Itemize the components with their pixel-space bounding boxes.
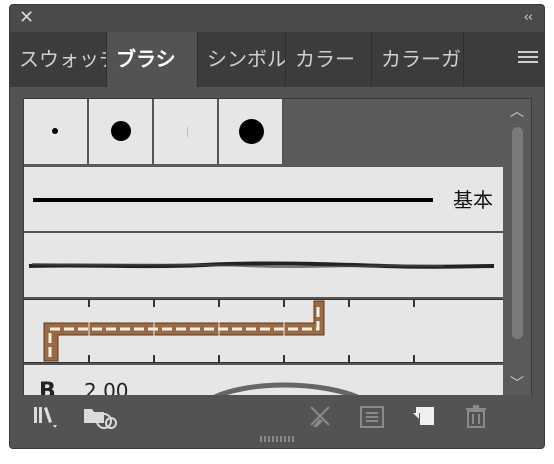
brush-library-icon[interactable] [32,403,60,431]
remove-brush-stroke-icon[interactable] [307,403,335,431]
creative-cloud-libraries-icon[interactable] [82,403,118,431]
brushes-panel: ✕ ‹‹ スウォッチ ブラシ シンボル カラー カラーガイド [9,4,545,449]
brush-row-charcoal[interactable] [24,233,503,299]
chevron-down-icon[interactable]: ﹀ [510,373,524,393]
brush-dot-medium[interactable] [89,99,154,164]
brush-row-basic[interactable]: 基本 [24,167,503,233]
tab-brushes[interactable]: ブラシ [107,32,198,87]
close-icon[interactable]: ✕ [19,8,34,28]
scroll-thumb[interactable] [512,127,523,339]
brush-row-dots [24,99,503,167]
brush-dot-large[interactable] [219,99,284,164]
tab-symbols[interactable]: シンボル [198,32,286,87]
brush-dot-small[interactable] [24,99,89,164]
vertical-scrollbar[interactable]: ︿ ﹀ [503,99,531,395]
tab-color[interactable]: カラー [286,32,372,87]
panel-titlebar: ✕ ‹‹ [10,5,544,32]
brush-partial-glyph: B [39,379,56,396]
brush-row-pattern[interactable] [24,299,503,365]
brush-size-value: 2.00 [84,379,129,396]
brush-basic-label: 基本 [453,188,493,212]
new-brush-icon[interactable] [410,403,438,431]
panel-tabs: スウォッチ ブラシ シンボル カラー カラーガイド [10,32,544,87]
brush-options-icon[interactable] [358,403,386,431]
double-chevron-icon[interactable]: ‹‹ [524,9,533,27]
tab-swatches[interactable]: スウォッチ [10,32,107,87]
brush-list: 基本 B 2.00 ︿ ﹀ [23,98,532,396]
brush-thin-line[interactable] [154,99,219,164]
chevron-up-icon[interactable]: ︿ [510,101,524,121]
resize-grip-icon[interactable] [258,435,298,443]
brush-row-partial[interactable]: B 2.00 [24,365,503,396]
hamburger-menu-icon[interactable] [518,51,538,67]
tab-color-guide[interactable]: カラーガイド [372,32,464,87]
trash-icon[interactable] [462,403,490,431]
